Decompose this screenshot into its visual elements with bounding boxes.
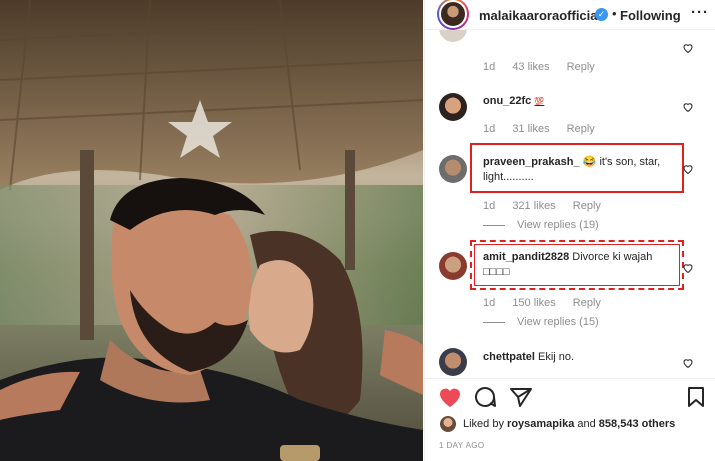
post-header: malaikaaroraofficial ✓ • Following ··· (425, 0, 715, 30)
comment-meta: 1d 31 likes Reply (483, 123, 609, 135)
heart-filled-icon[interactable] (438, 386, 462, 408)
share-icon[interactable] (509, 386, 533, 408)
comment-time: 1d (483, 123, 496, 135)
comment-body: Ekij no. (538, 351, 575, 363)
view-replies-button[interactable]: View replies (19) (483, 219, 599, 231)
commenter-avatar[interactable] (439, 252, 467, 280)
verified-badge-icon: ✓ (595, 8, 608, 21)
reply-line (483, 224, 505, 226)
commenter-avatar[interactable] (439, 155, 467, 183)
comment-time: 1d (483, 61, 496, 73)
commenter-avatar[interactable] (439, 30, 467, 42)
header-separator: • (612, 6, 617, 21)
likes-count[interactable]: 858,543 others (599, 418, 675, 430)
comment-reply-button[interactable]: Reply (567, 61, 595, 73)
commenter-username[interactable]: praveen_prakash_ (483, 156, 580, 168)
photo-illustration (0, 0, 423, 461)
comment-like-heart-icon[interactable] (682, 42, 694, 54)
comment-text: onu_22fc 💯 (483, 94, 544, 109)
comment-time: 1d (483, 200, 496, 212)
view-replies-button[interactable]: View replies (15) (483, 316, 599, 328)
comment-meta: 1d 321 likes Reply (483, 200, 615, 212)
comment-reply-button[interactable]: Reply (567, 123, 595, 135)
comment-likes[interactable]: 150 likes (512, 297, 555, 309)
comment-likes[interactable]: 43 likes (512, 61, 549, 73)
action-bar (425, 378, 715, 414)
comment-likes[interactable]: 321 likes (512, 200, 555, 212)
comment-time: 1d (483, 297, 496, 309)
comment-likes[interactable]: 31 likes (512, 123, 549, 135)
post-photo[interactable] (0, 0, 423, 461)
author-avatar[interactable] (437, 0, 469, 30)
view-replies-label[interactable]: View replies (15) (517, 316, 599, 328)
comments-panel: malaikaaroraofficial ✓ • Following ··· 1… (424, 0, 715, 461)
likes-conj: and (577, 418, 596, 430)
comments-list: 1d 43 likes Reply onu_22fc 💯 1d 31 likes… (425, 30, 715, 378)
liker-username[interactable]: roysamapika (507, 418, 574, 430)
comment-reply-button[interactable]: Reply (573, 297, 601, 309)
comment-like-heart-icon[interactable] (682, 357, 694, 369)
likes-summary: Liked by roysamapika and 858,543 others (425, 414, 715, 434)
comment-text: chettpatel Ekij no. (483, 350, 574, 365)
comment-like-heart-icon[interactable] (682, 101, 694, 113)
following-button[interactable]: Following (620, 8, 681, 23)
commenter-username[interactable]: chettpatel (483, 351, 535, 363)
comment-text: amit_pandit2828 Divorce ki wajah □□□□ (483, 250, 673, 280)
reply-line (483, 321, 505, 323)
more-options-icon[interactable]: ··· (691, 4, 709, 21)
comment-meta: 1d 150 likes Reply (483, 297, 615, 309)
comment-reply-button[interactable]: Reply (573, 200, 601, 212)
post-date[interactable]: 1 DAY AGO (439, 441, 485, 450)
commenter-avatar[interactable] (439, 348, 467, 376)
commenter-username[interactable]: onu_22fc (483, 95, 531, 107)
comment-text: praveen_prakash_ 😂 it's son, star, light… (483, 155, 673, 185)
author-username[interactable]: malaikaaroraofficial (479, 8, 601, 23)
comment-icon[interactable] (473, 386, 497, 408)
bookmark-icon[interactable] (687, 386, 705, 408)
commenter-avatar[interactable] (439, 93, 467, 121)
commenter-username[interactable]: amit_pandit2828 (483, 251, 569, 263)
comment-meta: 1d 43 likes Reply (483, 61, 609, 73)
comment-like-heart-icon[interactable] (682, 262, 694, 274)
comment-like-heart-icon[interactable] (682, 163, 694, 175)
comment-body: 💯 (534, 97, 545, 106)
view-replies-label[interactable]: View replies (19) (517, 219, 599, 231)
likes-text: Liked by roysamapika and 858,543 others (463, 418, 675, 430)
likes-prefix: Liked by (463, 418, 504, 430)
liker-avatar[interactable] (440, 416, 456, 432)
